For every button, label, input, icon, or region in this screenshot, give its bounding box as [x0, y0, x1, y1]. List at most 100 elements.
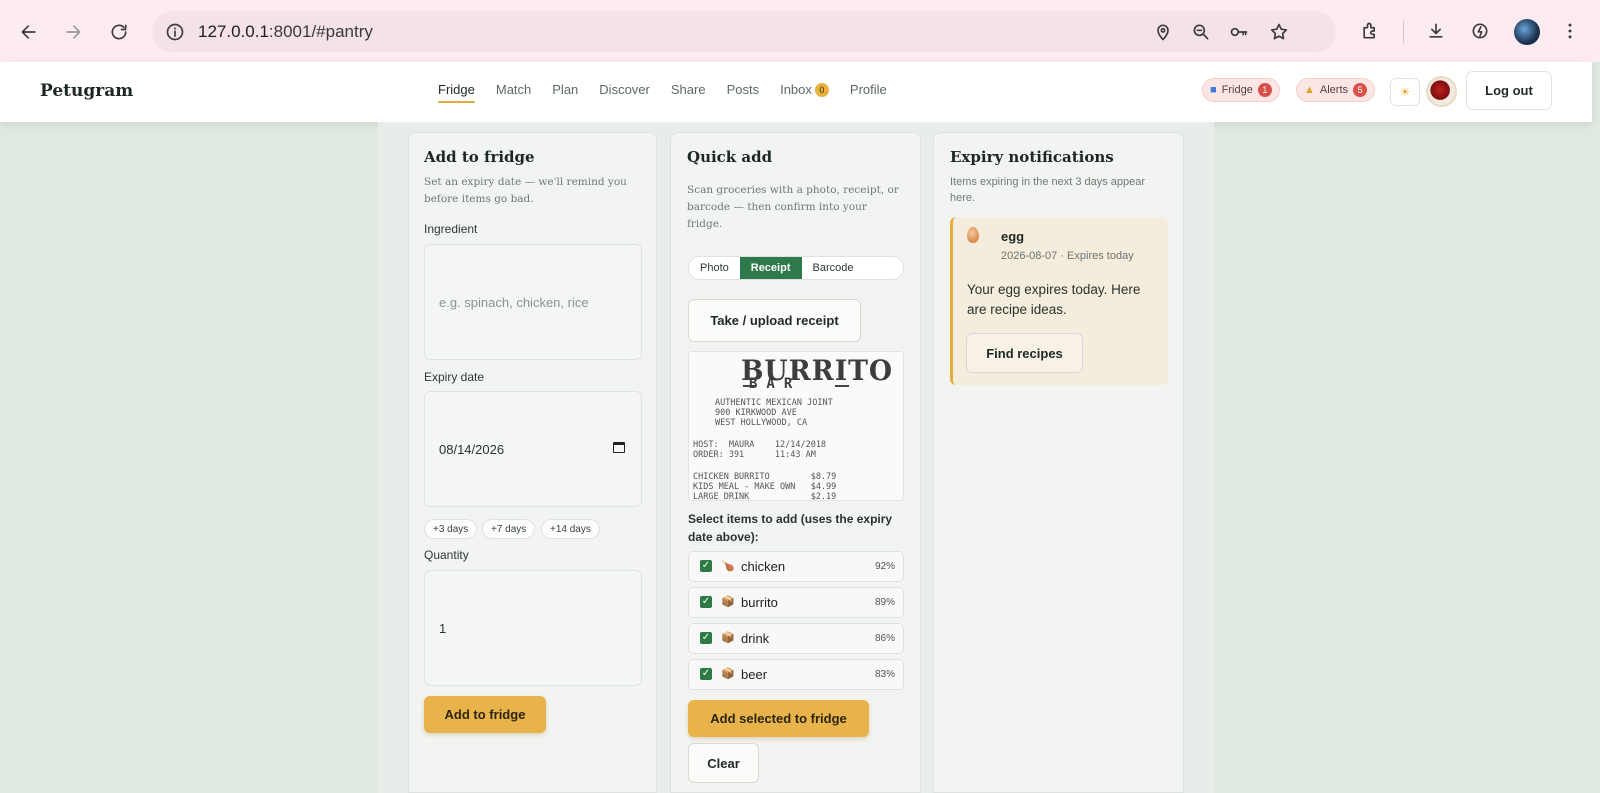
select-items-heading: Select items to add (uses the expiry dat… — [688, 512, 893, 544]
quantity-label: Quantity — [424, 548, 469, 562]
address-bar[interactable]: 127.0.0.1:8001/#pantry — [152, 11, 1336, 52]
bell-icon: ▲ — [1304, 84, 1315, 96]
quantity-input[interactable]: 1 — [424, 570, 642, 686]
item-confidence: 83% — [874, 669, 895, 680]
upload-receipt-button[interactable]: Take / upload receipt — [688, 299, 861, 342]
item-confidence: 92% — [874, 561, 895, 572]
back-arrow-icon — [21, 25, 36, 39]
logout-button[interactable]: Log out — [1466, 71, 1552, 110]
back-button[interactable] — [14, 17, 44, 47]
download-icon[interactable] — [1424, 19, 1448, 43]
sun-icon: ☀ — [1399, 85, 1411, 99]
item-confidence: 89% — [874, 597, 895, 608]
fridge-count-badge: 1 — [1257, 83, 1272, 97]
mode-photo[interactable]: Photo — [689, 257, 740, 279]
expiry-date-value: 08/14/2026 — [439, 441, 505, 457]
item-checkbox[interactable]: ✓ — [700, 560, 712, 572]
zoom-icon[interactable] — [1190, 21, 1212, 43]
alerts-count-badge: 5 — [1353, 83, 1368, 97]
mode-receipt[interactable]: Receipt — [739, 257, 802, 279]
item-checkbox[interactable]: ✓ — [700, 668, 712, 680]
receipt-line: KIDS MEAL - MAKE OWN $4.99 — [693, 482, 837, 492]
add-card-title: Add to fridge — [424, 148, 535, 166]
receipt-line: CHICKEN BURRITO $8.79 — [693, 472, 837, 482]
user-avatar[interactable] — [1426, 76, 1457, 107]
chip-plus-14-days[interactable]: +14 days — [541, 519, 600, 539]
nav-inbox[interactable]: Inbox 0 — [780, 82, 829, 103]
receipt-line: ORDER: 391 11:43 AM — [693, 450, 816, 460]
nav-plan[interactable]: Plan — [552, 82, 578, 103]
detected-item-row[interactable]: ✓ 📦 beer 83% — [688, 659, 904, 690]
main-nav: Fridge Match Plan Discover Share Posts I… — [438, 82, 887, 103]
expiry-notification: egg 2026-08-07 · Expires today Your egg … — [950, 217, 1168, 385]
performance-icon[interactable] — [1468, 19, 1492, 43]
chicken-leg-icon: 🍗 — [721, 560, 735, 572]
site-info-icon[interactable] — [162, 19, 188, 45]
add-to-fridge-button[interactable]: Add to fridge — [424, 696, 546, 733]
receipt-line: 900 KIRKWOOD AVE — [715, 408, 797, 418]
item-name: burrito — [741, 595, 778, 610]
quick-add-title: Quick add — [687, 148, 773, 166]
nav-inbox-label: Inbox — [780, 82, 812, 97]
bookmark-star-icon[interactable] — [1268, 21, 1290, 43]
item-name: beer — [741, 667, 768, 682]
nav-share[interactable]: Share — [671, 82, 706, 103]
scan-mode-switch: Photo Receipt Barcode — [688, 256, 904, 280]
item-name: chicken — [741, 559, 786, 574]
nav-profile[interactable]: Profile — [850, 82, 887, 103]
inbox-count-badge: 0 — [814, 83, 829, 97]
calendar-icon[interactable] — [613, 442, 625, 453]
expiry-date-label: Expiry date — [424, 370, 485, 384]
alerts-pill[interactable]: ▲ Alerts 5 — [1296, 78, 1376, 102]
browser-profile-avatar[interactable] — [1514, 19, 1540, 45]
notification-message: Your egg expires today. Here are recipe … — [967, 282, 1141, 317]
clear-button[interactable]: Clear — [688, 743, 759, 783]
find-recipes-button[interactable]: Find recipes — [966, 333, 1083, 373]
receipt-line: AUTHENTIC MEXICAN JOINT — [715, 398, 833, 408]
item-confidence: 86% — [874, 633, 895, 644]
toolbar-separator — [1403, 21, 1404, 43]
alerts-pill-label: Alerts — [1319, 84, 1349, 96]
detected-item-row[interactable]: ✓ 📦 drink 86% — [688, 623, 904, 654]
package-icon: 📦 — [721, 632, 735, 644]
forward-button[interactable] — [58, 17, 88, 47]
chip-plus-7-days[interactable]: +7 days — [482, 519, 536, 539]
nav-discover[interactable]: Discover — [599, 82, 650, 103]
mode-barcode[interactable]: Barcode — [802, 257, 865, 279]
nav-match[interactable]: Match — [496, 82, 531, 103]
browser-toolbar: 127.0.0.1:8001/#pantry — [0, 0, 1600, 62]
extensions-icon[interactable] — [1358, 19, 1382, 43]
package-icon: 📦 — [721, 596, 735, 608]
location-icon[interactable] — [1152, 21, 1174, 43]
add-card-description: Set an expiry date — we'll remind you be… — [424, 176, 627, 205]
ingredient-input[interactable]: e.g. spinach, chicken, rice — [424, 244, 642, 360]
chip-plus-3-days[interactable]: +3 days — [424, 519, 478, 539]
item-checkbox[interactable]: ✓ — [700, 596, 712, 608]
expiry-date-input[interactable]: 08/14/2026 — [424, 391, 642, 507]
receipt-line: WEST HOLLYWOOD, CA — [715, 418, 808, 428]
receipt-line: LARGE DRINK $2.19 — [693, 492, 837, 501]
egg-icon — [967, 227, 979, 243]
theme-toggle-button[interactable]: ☀ — [1390, 78, 1420, 106]
receipt-rule-right — [835, 385, 849, 387]
detected-item-row[interactable]: ✓ 🍗 chicken 92% — [688, 551, 904, 582]
ingredient-label: Ingredient — [424, 222, 478, 236]
fridge-pill[interactable]: ■ Fridge 1 — [1202, 78, 1280, 102]
expiry-card-title: Expiry notifications — [950, 148, 1114, 166]
receipt-preview-image: BURRITO BAR AUTHENTIC MEXICAN JOINT 900 … — [688, 351, 904, 501]
quick-add-description: Scan groceries with a photo, receipt, or… — [687, 184, 899, 230]
nav-posts[interactable]: Posts — [727, 82, 760, 103]
reload-icon — [111, 24, 127, 40]
detected-item-row[interactable]: ✓ 📦 burrito 89% — [688, 587, 904, 618]
brand-logo[interactable]: Petugram — [40, 81, 133, 101]
forward-arrow-icon — [66, 25, 81, 39]
receipt-subtitle: BAR — [749, 376, 802, 392]
fridge-cube-icon: ■ — [1210, 84, 1217, 96]
item-checkbox[interactable]: ✓ — [700, 632, 712, 644]
reload-button[interactable] — [104, 17, 134, 47]
password-key-icon[interactable] — [1228, 21, 1250, 43]
notification-meta: 2026-08-07 · Expires today — [1001, 250, 1134, 262]
browser-menu-icon[interactable] — [1558, 19, 1582, 43]
add-selected-button[interactable]: Add selected to fridge — [688, 700, 869, 737]
nav-fridge[interactable]: Fridge — [438, 82, 475, 103]
